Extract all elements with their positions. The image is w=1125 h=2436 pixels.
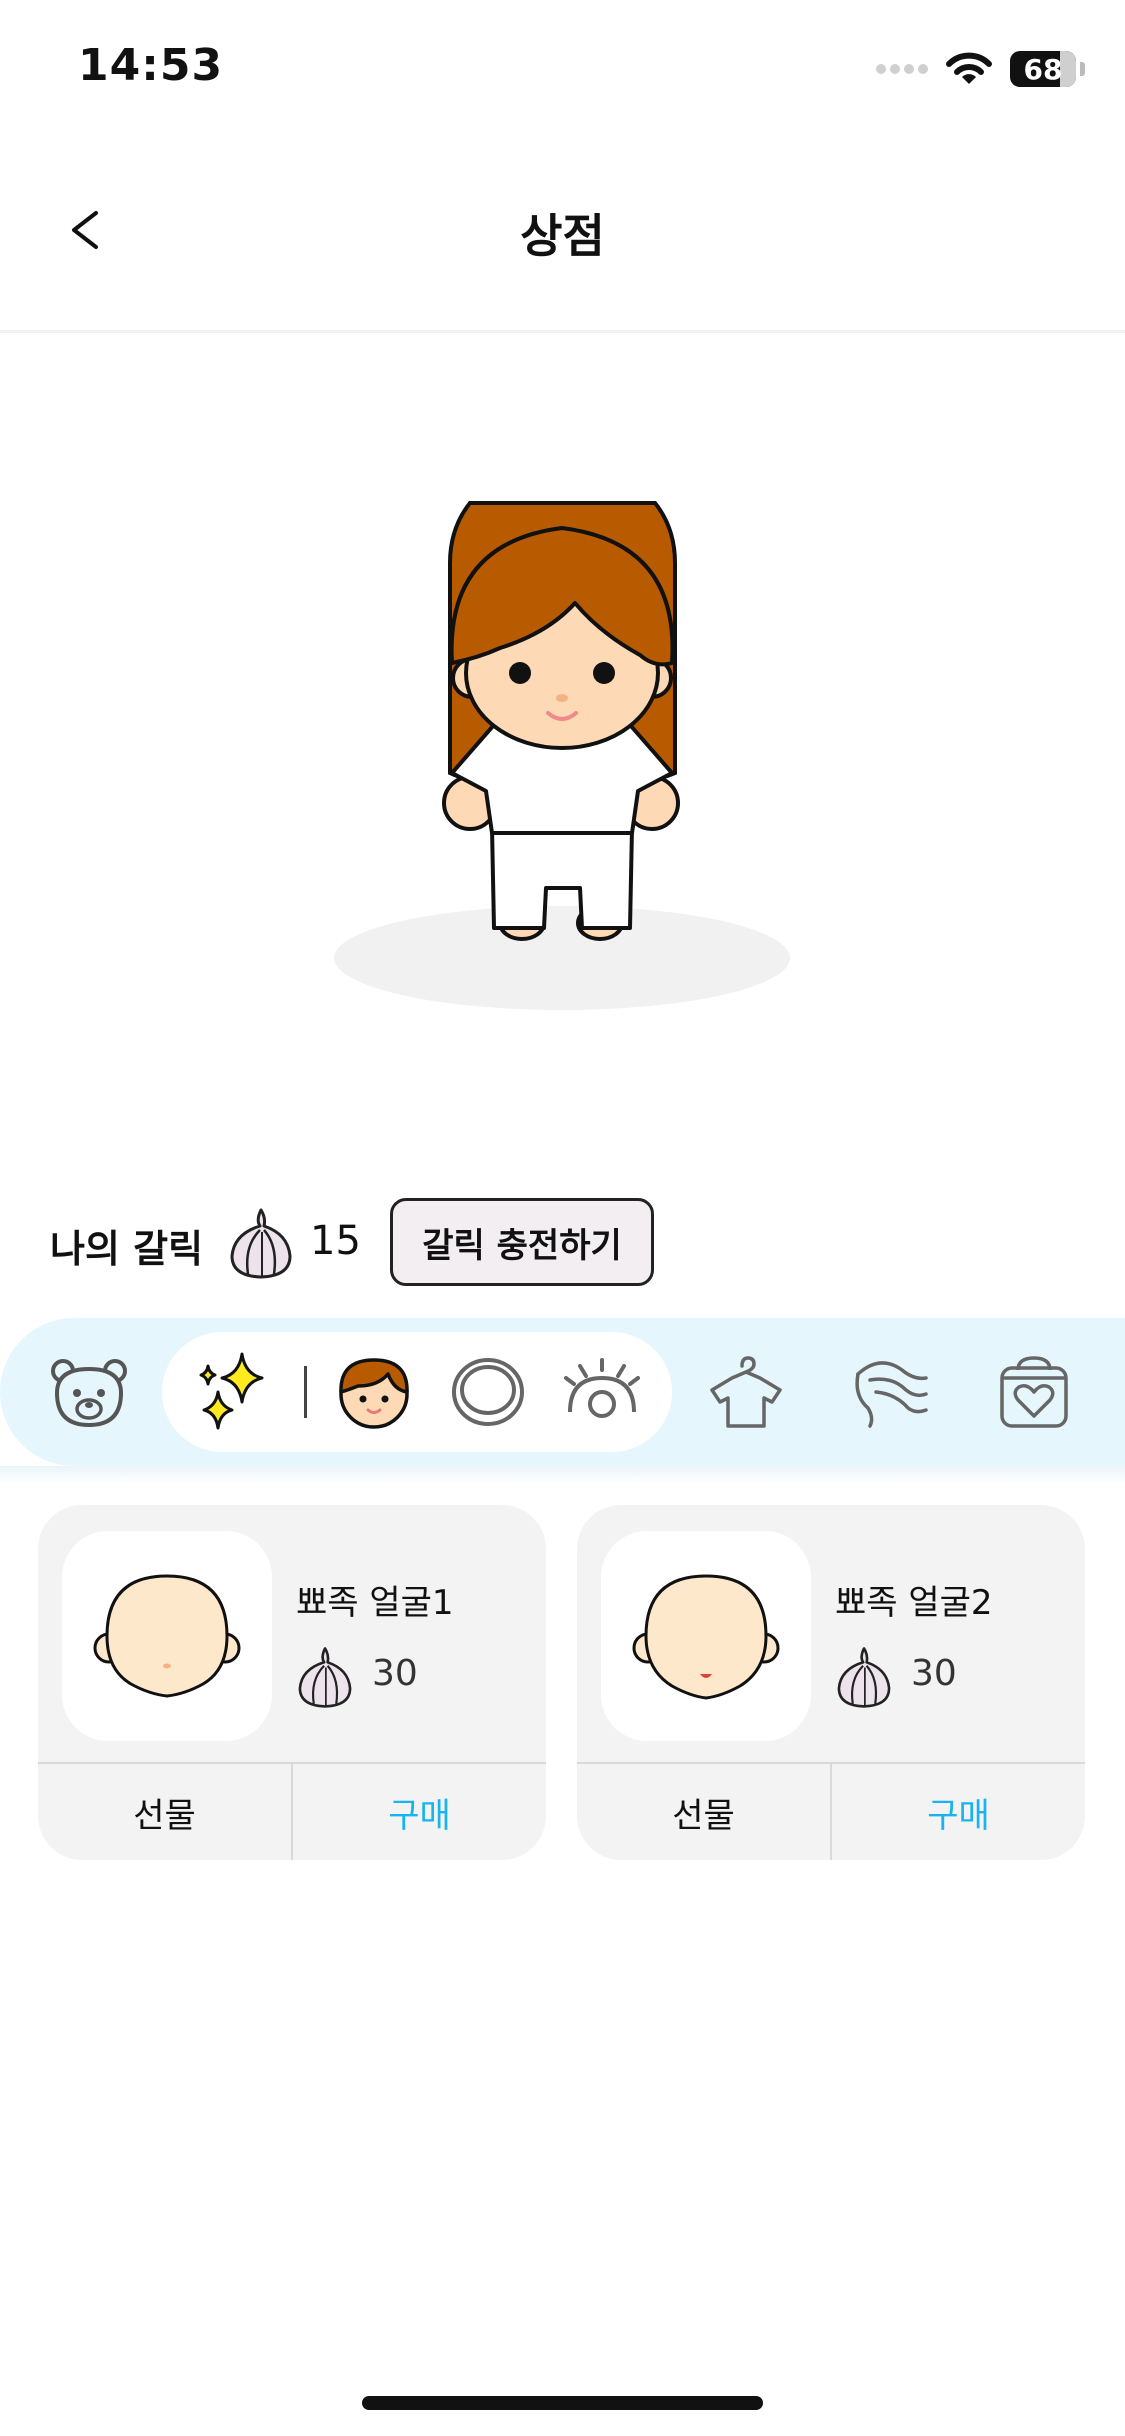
product-price: 30: [911, 1653, 957, 1694]
hair-icon: [855, 1361, 928, 1428]
eye-icon: [564, 1358, 640, 1418]
category-bar-shadow: [0, 1466, 1125, 1484]
avatar-preview: [334, 501, 790, 1010]
garlic-count: 15: [310, 1218, 361, 1264]
product-thumbnail: [62, 1531, 272, 1741]
status-icons: 68: [876, 44, 1085, 94]
avatar-eye-right: [593, 662, 615, 684]
garlic-icon: [837, 1647, 891, 1708]
category-tab-face[interactable]: [334, 1352, 414, 1432]
battery-tip: [1080, 62, 1085, 76]
ring-icon: [452, 1358, 524, 1426]
product-name: 뾰족 얼굴1: [296, 1583, 454, 1623]
category-tab-hair[interactable]: [850, 1352, 930, 1432]
product-thumbnail: [601, 1531, 811, 1741]
my-garlic-label: 나의 갈릭: [50, 1227, 204, 1271]
face-icon: [339, 1358, 409, 1429]
category-tab-accessory[interactable]: [448, 1352, 528, 1432]
gift-button[interactable]: 선물: [38, 1764, 293, 1860]
home-indicator[interactable]: [362, 2396, 763, 2410]
pointy-face-icon: [632, 1574, 780, 1700]
category-tab-eyes[interactable]: [562, 1352, 642, 1432]
wifi-icon: [946, 52, 992, 84]
buy-button[interactable]: 구매: [293, 1764, 546, 1860]
page-title: 상점: [520, 209, 605, 263]
product-actions: 선물 구매: [577, 1762, 1085, 1860]
avatar-eye-left: [509, 662, 531, 684]
charge-garlic-button[interactable]: 갈릭 충전하기: [390, 1198, 654, 1286]
category-tab-effects[interactable]: [196, 1350, 272, 1434]
product-name: 뾰족 얼굴2: [835, 1583, 993, 1623]
battery-indicator: 68: [1010, 51, 1076, 87]
avatar-shadow: [334, 906, 790, 1010]
product-card: 뾰족 얼굴2 30 선물 구매: [577, 1505, 1085, 1860]
bag-icon: [1000, 1356, 1068, 1428]
sparkles-icon: [199, 1352, 264, 1430]
battery-level: 68: [1023, 52, 1063, 86]
buy-button[interactable]: 구매: [832, 1764, 1085, 1860]
product-price: 30: [372, 1653, 418, 1694]
garlic-icon: [298, 1647, 352, 1708]
category-tab-clothes[interactable]: [706, 1352, 786, 1432]
shirt-icon: [710, 1356, 782, 1428]
garlic-icon: [230, 1208, 292, 1279]
product-card: 뾰족 얼굴1 30 선물 구매: [38, 1505, 546, 1860]
product-actions: 선물 구매: [38, 1762, 546, 1860]
category-divider: [304, 1366, 307, 1418]
status-time: 14:53: [78, 40, 224, 91]
gift-button[interactable]: 선물: [577, 1764, 832, 1860]
bear-icon: [51, 1359, 127, 1428]
signal-icon: [876, 64, 928, 74]
category-tab-items[interactable]: [994, 1352, 1074, 1432]
category-tab-bear[interactable]: [48, 1352, 130, 1434]
pointy-face-icon: [93, 1574, 241, 1698]
